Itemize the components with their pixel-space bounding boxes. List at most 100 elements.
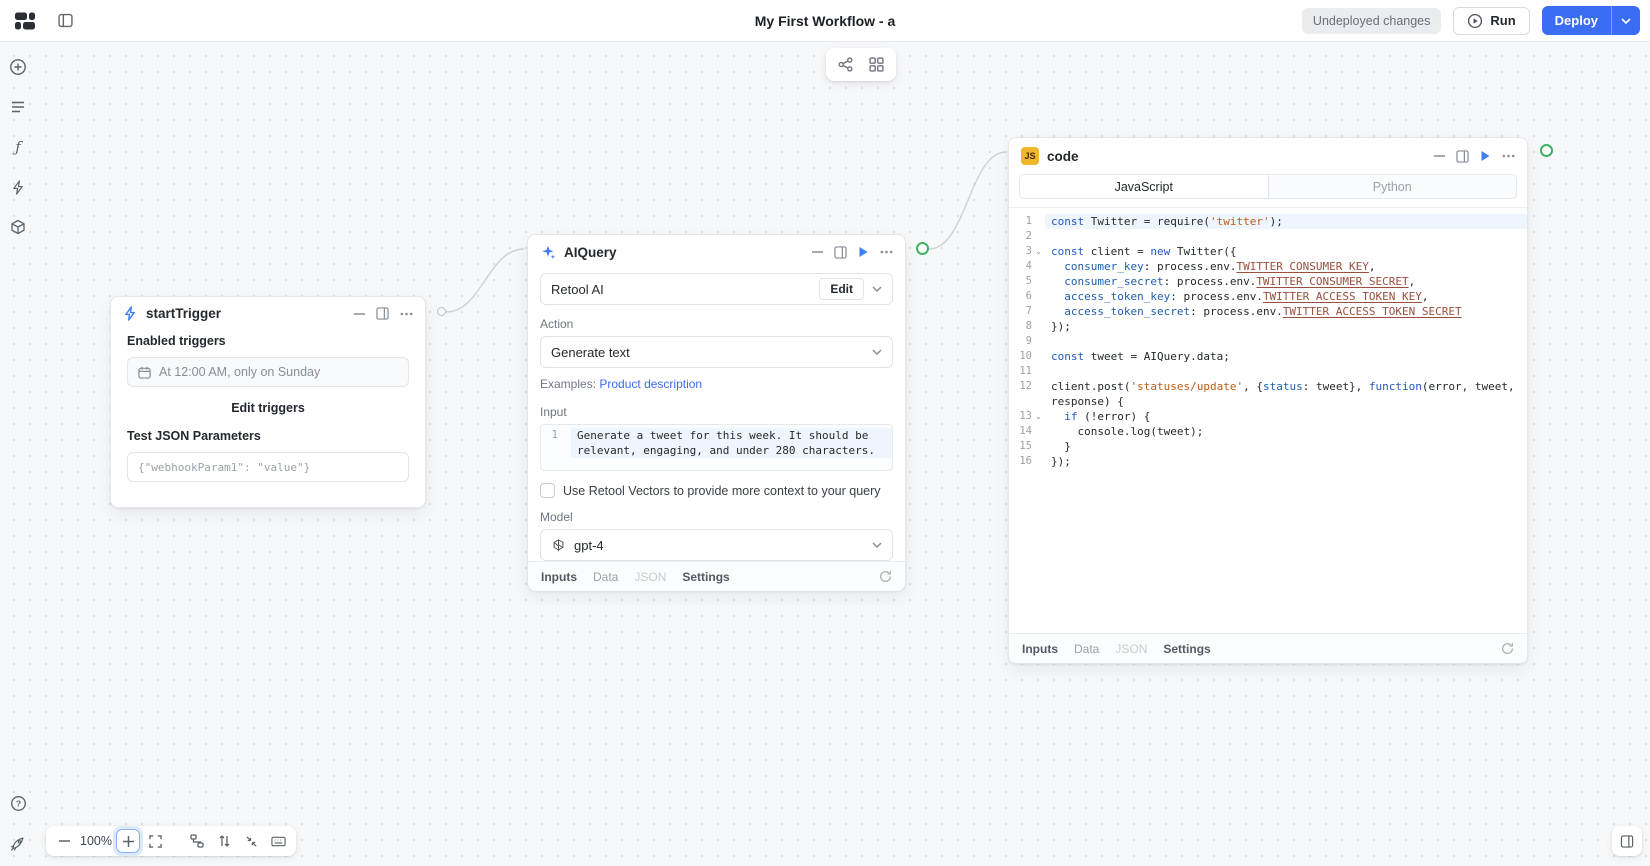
zoom-toolbar: 100% bbox=[46, 826, 296, 856]
code-line-5[interactable]: 5 consumer_secret: process.env.TWITTER_C… bbox=[1009, 274, 1527, 289]
footer-tab-inputs[interactable]: Inputs bbox=[541, 570, 577, 584]
code-line-1[interactable]: 1const Twitter = require('twitter'); bbox=[1009, 214, 1527, 229]
more-options-icon[interactable] bbox=[1502, 154, 1515, 158]
code-line-16[interactable]: 16}); bbox=[1009, 454, 1527, 469]
sparkle-ai-icon bbox=[540, 244, 556, 260]
chevron-down-icon bbox=[872, 542, 882, 548]
trigger-zap-icon[interactable] bbox=[9, 178, 27, 196]
workflow-canvas[interactable]: startTrigger Enabled triggers At 12:00 A… bbox=[0, 42, 1650, 866]
tab-javascript[interactable]: JavaScript bbox=[1020, 175, 1268, 198]
zoom-out-button[interactable] bbox=[52, 829, 76, 853]
minimize-icon[interactable] bbox=[354, 313, 365, 315]
start-trigger-node[interactable]: startTrigger Enabled triggers At 12:00 A… bbox=[110, 296, 426, 508]
code-line-10[interactable]: 10const tweet = AIQuery.data; bbox=[1009, 349, 1527, 364]
edit-triggers-button[interactable]: Edit triggers bbox=[127, 401, 409, 415]
resources-cube-icon[interactable] bbox=[9, 218, 27, 236]
examples-link[interactable]: Product description bbox=[599, 377, 702, 391]
zap-icon bbox=[123, 306, 138, 321]
code-line-6[interactable]: 6 access_token_key: process.env.TWITTER_… bbox=[1009, 289, 1527, 304]
action-value: Generate text bbox=[551, 345, 630, 360]
code-line-14[interactable]: 14 console.log(tweet); bbox=[1009, 424, 1527, 439]
footer-tab-inputs[interactable]: Inputs bbox=[1022, 642, 1058, 656]
minimize-icon[interactable] bbox=[1434, 155, 1445, 157]
more-options-icon[interactable] bbox=[880, 250, 893, 254]
deploy-button[interactable]: Deploy bbox=[1542, 6, 1640, 35]
aiquery-node[interactable]: AIQuery Retool AI Edit Action Generate t… bbox=[527, 234, 906, 591]
run-button[interactable]: Run bbox=[1453, 7, 1529, 35]
footer-tab-json[interactable]: JSON bbox=[1115, 642, 1147, 656]
collapse-all-button[interactable] bbox=[239, 829, 263, 853]
footer-tab-data[interactable]: Data bbox=[593, 570, 618, 584]
footer-tab-settings[interactable]: Settings bbox=[1163, 642, 1210, 656]
schedule-trigger-row[interactable]: At 12:00 AM, only on Sunday bbox=[127, 357, 409, 387]
retool-logo[interactable] bbox=[14, 10, 36, 32]
openai-icon bbox=[551, 538, 566, 553]
footer-tab-data[interactable]: Data bbox=[1074, 642, 1099, 656]
code-line-8[interactable]: 8}); bbox=[1009, 319, 1527, 334]
footer-tab-settings[interactable]: Settings bbox=[682, 570, 729, 584]
code-line-15[interactable]: 15 } bbox=[1009, 439, 1527, 454]
rocket-icon[interactable] bbox=[9, 834, 27, 852]
outline-icon[interactable] bbox=[9, 98, 27, 116]
line-number-gutter: 1 bbox=[541, 428, 571, 443]
expand-panel-icon[interactable] bbox=[834, 246, 847, 259]
help-icon[interactable]: ? bbox=[9, 794, 27, 812]
code-line-text: access_token_key: process.env.TWITTER_AC… bbox=[1045, 289, 1527, 304]
footer-tab-json[interactable]: JSON bbox=[634, 570, 666, 584]
code-line-text bbox=[1045, 334, 1527, 349]
code-editor[interactable]: 1const Twitter = require('twitter');2 3⌄… bbox=[1009, 207, 1527, 633]
refresh-icon[interactable] bbox=[1501, 642, 1514, 655]
minimize-icon[interactable] bbox=[812, 251, 823, 253]
more-options-icon[interactable] bbox=[400, 312, 413, 316]
keyboard-shortcuts-button[interactable] bbox=[266, 829, 290, 853]
resource-select[interactable]: Retool AI Edit bbox=[540, 273, 893, 305]
line-number-gutter: 6 bbox=[1009, 289, 1045, 304]
refresh-icon[interactable] bbox=[879, 570, 892, 583]
layout-grid-icon[interactable] bbox=[869, 57, 884, 72]
code-line-12[interactable]: 12client.post('statuses/update', {status… bbox=[1009, 379, 1527, 409]
code-line-2[interactable]: 2 bbox=[1009, 229, 1527, 244]
svg-text:?: ? bbox=[15, 798, 20, 808]
code-line-9[interactable]: 9 bbox=[1009, 334, 1527, 349]
code-line-4[interactable]: 4 consumer_key: process.env.TWITTER_CONS… bbox=[1009, 259, 1527, 274]
action-select[interactable]: Generate text bbox=[540, 336, 893, 368]
code-language-tabs: JavaScriptPython bbox=[1019, 174, 1517, 199]
edge-aiquery-to-code bbox=[929, 152, 1006, 249]
starttrigger-output-connector[interactable] bbox=[437, 307, 446, 316]
expand-panel-icon[interactable] bbox=[376, 307, 389, 320]
share-graph-icon[interactable] bbox=[838, 57, 853, 72]
zoom-in-button[interactable] bbox=[116, 829, 140, 853]
start-trigger-node-header[interactable]: startTrigger bbox=[111, 297, 425, 330]
function-icon[interactable]: ƒ bbox=[9, 138, 27, 156]
right-panel-toggle-button[interactable] bbox=[1612, 826, 1642, 856]
ai-input-editor[interactable]: 1 Generate a tweet for this week. It sho… bbox=[540, 424, 893, 471]
auto-layout-button[interactable] bbox=[185, 829, 209, 853]
test-json-input[interactable] bbox=[127, 452, 409, 482]
retool-vectors-checkbox[interactable] bbox=[540, 483, 555, 498]
tab-python[interactable]: Python bbox=[1268, 175, 1517, 198]
code-line-7[interactable]: 7 access_token_secret: process.env.TWITT… bbox=[1009, 304, 1527, 319]
aiquery-node-header[interactable]: AIQuery bbox=[528, 235, 905, 269]
panel-toggle-icon[interactable] bbox=[56, 12, 74, 30]
javascript-badge-icon: JS bbox=[1021, 147, 1039, 165]
model-select[interactable]: gpt-4 bbox=[540, 529, 893, 561]
code-node-header[interactable]: JS code bbox=[1009, 138, 1527, 174]
fit-view-button[interactable] bbox=[143, 829, 167, 853]
code-line-13[interactable]: 13⌄ if (!error) { bbox=[1009, 409, 1527, 424]
deploy-dropdown-button[interactable] bbox=[1611, 6, 1640, 35]
run-node-icon[interactable] bbox=[858, 246, 869, 258]
expand-panel-icon[interactable] bbox=[1456, 150, 1469, 163]
line-number-gutter: 13⌄ bbox=[1009, 409, 1045, 424]
ai-input-text: Generate a tweet for this week. It shoul… bbox=[571, 428, 892, 458]
code-line-11[interactable]: 11 bbox=[1009, 364, 1527, 379]
line-number-gutter: 2 bbox=[1009, 229, 1045, 244]
code-output-connector[interactable] bbox=[1540, 144, 1553, 157]
code-node[interactable]: JS code JavaScriptPython 1const Twitter … bbox=[1008, 137, 1528, 664]
aiquery-output-connector[interactable] bbox=[916, 242, 929, 255]
edit-resource-button[interactable]: Edit bbox=[819, 278, 864, 300]
vertical-arrange-button[interactable] bbox=[212, 829, 236, 853]
code-line-3[interactable]: 3⌄const client = new Twitter({ bbox=[1009, 244, 1527, 259]
add-block-icon[interactable] bbox=[9, 58, 27, 76]
line-number-gutter: 12 bbox=[1009, 379, 1045, 394]
run-node-icon[interactable] bbox=[1480, 150, 1491, 162]
